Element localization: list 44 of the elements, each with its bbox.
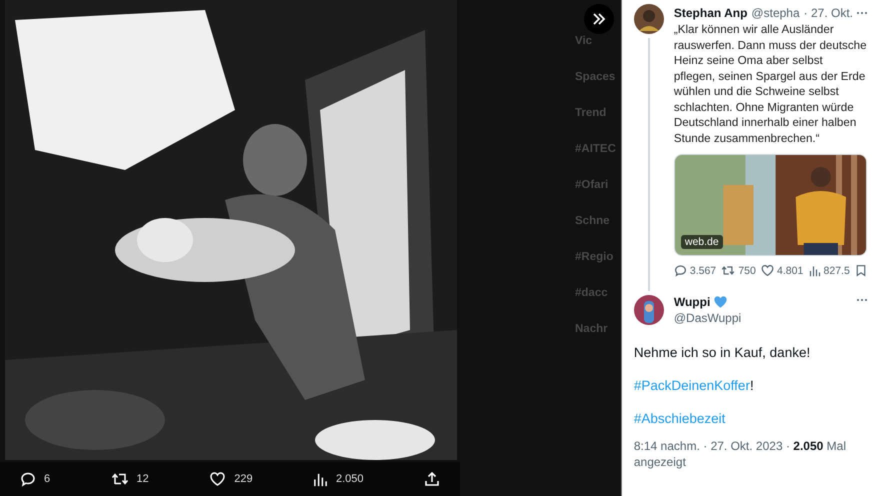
sidebar-text: #Ofari <box>575 179 610 191</box>
like-button[interactable]: 4.801 <box>761 264 804 277</box>
author-name[interactable]: Wuppi <box>674 295 710 309</box>
author-handle[interactable]: @DasWuppi <box>674 311 847 325</box>
avatar[interactable] <box>634 4 664 34</box>
author-handle[interactable]: @stepha <box>751 6 800 20</box>
sidebar-text: Schne <box>575 215 611 227</box>
sidebar-text: Nachr <box>575 323 609 335</box>
link-card[interactable]: web.de <box>674 154 867 256</box>
chevrons-icon <box>591 11 607 27</box>
like-button[interactable]: 229 <box>209 471 253 487</box>
reply-button[interactable]: 6 <box>20 471 50 487</box>
sidebar-text: Spaces <box>575 71 616 83</box>
bar-chart-icon <box>808 264 821 276</box>
expand-button[interactable] <box>584 4 614 34</box>
sidebar-text: Trend <box>575 107 608 119</box>
views-button[interactable]: 827.5 <box>808 264 850 276</box>
retweet-icon <box>110 471 129 487</box>
tweet-date[interactable]: · 27. Okt. <box>804 6 853 20</box>
tweet-meta: 8:14 nachm. · 27. Okt. 2023 · 2.050 Mal angezeigt <box>634 438 847 470</box>
sidebar-text: #Regio <box>575 251 614 263</box>
tweet-text: „Klar können wir alle Ausländer rauswerfen. Dann muss der deutsche Heinz seine Oma aber selbst pflegen, seinen Spargel aus der Erde wühlen und die Schweine selbst schlachten. Ohne Migranten würde Deutschland innerhalb einer halben Stunde zusammenbrechen.“ <box>674 22 867 146</box>
retweet-button[interactable]: 12 <box>110 471 149 487</box>
author-name[interactable]: Stephan Anp <box>674 6 748 20</box>
reply-icon <box>20 471 36 487</box>
bookmark-button[interactable] <box>854 264 867 277</box>
heart-icon <box>209 471 226 487</box>
retweet-icon <box>721 264 736 277</box>
source-label: web.de <box>680 235 723 249</box>
bookmark-icon <box>854 264 867 277</box>
share-icon <box>424 471 440 487</box>
heart-icon <box>761 264 774 277</box>
views-button[interactable]: 2.050 <box>313 472 364 486</box>
punctuation: ! <box>750 378 754 393</box>
sidebar-text: Vic <box>575 35 594 47</box>
bar-chart-icon <box>313 472 328 486</box>
tweet-text: Nehme ich so in Kauf, danke! <box>634 345 812 360</box>
share-button[interactable] <box>424 471 440 487</box>
reply-icon <box>674 264 687 277</box>
avatar[interactable] <box>634 295 664 325</box>
sidebar-text: #AITEC <box>575 143 617 155</box>
sidebar-text: #dacc <box>575 287 609 299</box>
reply-button[interactable]: 3.567 <box>674 264 716 277</box>
retweet-button[interactable]: 750 <box>721 264 756 277</box>
